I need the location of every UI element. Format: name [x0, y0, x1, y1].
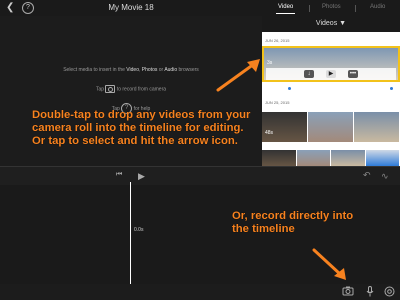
clip-thumbnail[interactable] — [365, 150, 400, 166]
clip-row[interactable] — [262, 150, 400, 166]
clip-thumbnail[interactable] — [262, 150, 297, 166]
tab-audio[interactable]: Audio — [370, 4, 385, 10]
more-options-icon[interactable]: ••• — [348, 70, 358, 78]
media-browser: Videos ▼ JUN 26, 2015 3s ↓ ▶ ••• JUN 25,… — [262, 16, 400, 166]
browser-header[interactable]: Videos ▼ — [262, 16, 400, 32]
selected-clip[interactable]: 3s ↓ ▶ ••• — [262, 46, 400, 82]
tab-photos[interactable]: Photos — [322, 4, 341, 10]
clip-duration: 3s — [267, 60, 273, 66]
clip-marker-icon — [390, 87, 393, 90]
skip-to-start-icon[interactable]: ⏮ — [116, 171, 122, 179]
clip-thumbnail[interactable] — [354, 112, 400, 142]
date-header: JUN 26, 2015 — [265, 38, 290, 43]
clip-marker-icon — [288, 87, 291, 90]
undo-icon[interactable]: ↶ — [363, 170, 371, 181]
clip-row[interactable] — [262, 112, 400, 142]
timeline-toolbar: ⏮ ▶ ↶ ∿ — [0, 167, 400, 185]
playhead[interactable] — [130, 182, 131, 286]
annotation-arrow-icon — [216, 59, 260, 92]
clip-duration: 48s — [265, 130, 274, 136]
camera-record-icon[interactable] — [342, 286, 354, 298]
timecode: 0.0s — [134, 227, 144, 233]
tutorial-annotation: Double-tap to drop any videos from your … — [32, 109, 251, 147]
clip-thumbnail[interactable] — [262, 112, 308, 142]
date-header: JUN 25, 2015 — [265, 100, 290, 105]
annotation-arrow-icon — [312, 248, 346, 280]
top-bar: ❮ ? My Movie 18 Video Photos Audio — [0, 0, 400, 16]
clip-thumbnail[interactable] — [296, 150, 331, 166]
clip-thumbnail[interactable] — [331, 150, 366, 166]
project-title: My Movie 18 — [108, 3, 154, 12]
clip-thumbnail[interactable] — [308, 112, 354, 142]
settings-gear-icon[interactable] — [384, 286, 395, 299]
record-annotation: Or, record directly into the timeline — [232, 210, 354, 235]
play-clip-icon[interactable]: ▶ — [326, 70, 336, 78]
camera-icon — [105, 85, 116, 93]
play-icon[interactable]: ▶ — [138, 171, 145, 182]
add-to-timeline-icon[interactable]: ↓ — [304, 70, 314, 78]
audio-waveform-icon[interactable]: ∿ — [381, 171, 389, 182]
tab-video[interactable]: Video — [275, 4, 296, 14]
bottom-toolbar — [0, 284, 400, 300]
media-tabs: Video Photos Audio — [262, 0, 400, 16]
microphone-icon[interactable] — [366, 286, 374, 299]
